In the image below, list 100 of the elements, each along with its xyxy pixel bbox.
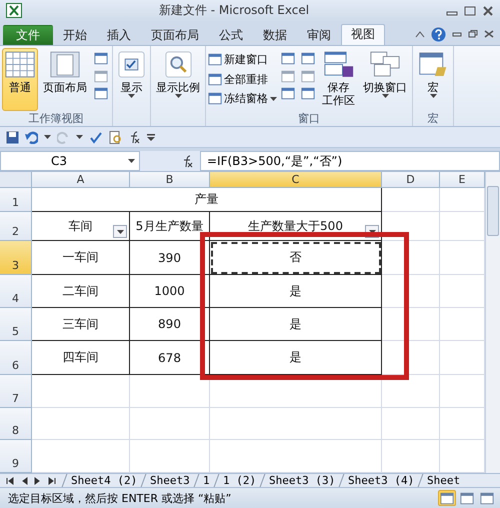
row-header[interactable]: 7 bbox=[0, 375, 32, 408]
group-label: 窗口 bbox=[297, 110, 321, 126]
table-cell: 890 bbox=[130, 308, 210, 342]
window-icon[interactable] bbox=[281, 70, 295, 83]
caret-icon bbox=[76, 135, 83, 140]
window-icon[interactable] bbox=[94, 87, 108, 100]
ribbon-button[interactable]: 普通 bbox=[2, 48, 38, 111]
group-label: 工作簿视图 bbox=[28, 110, 84, 126]
column-header[interactable]: B bbox=[130, 172, 210, 188]
table-cell: 678 bbox=[130, 341, 210, 376]
caret-icon bbox=[116, 230, 124, 234]
table-cell bbox=[382, 275, 440, 308]
table-cell: 车间 bbox=[32, 212, 130, 242]
table-cell bbox=[382, 212, 440, 242]
ribbon-tab[interactable]: 数据 bbox=[253, 24, 297, 45]
column-header[interactable]: C bbox=[210, 172, 382, 188]
group-label: 宏 bbox=[426, 110, 440, 126]
table-cell: 是 bbox=[210, 275, 382, 308]
table-cell bbox=[382, 341, 440, 376]
window-icon[interactable] bbox=[208, 52, 222, 66]
table-cell: 否 bbox=[210, 241, 382, 276]
save-icon[interactable] bbox=[6, 130, 19, 144]
table-cell: 产量 bbox=[32, 188, 382, 212]
window-icon[interactable] bbox=[208, 92, 222, 106]
row-header[interactable]: 8 bbox=[0, 408, 32, 440]
ribbon-button[interactable]: 新建窗口 bbox=[208, 52, 277, 67]
row-header[interactable]: 4 bbox=[0, 275, 32, 308]
ribbon-tab[interactable]: 审阅 bbox=[297, 24, 341, 45]
ribbon-button[interactable]: 全部重排 bbox=[208, 72, 277, 87]
window-icon[interactable] bbox=[301, 70, 315, 83]
window-icon[interactable] bbox=[301, 87, 315, 100]
maximize-icon[interactable] bbox=[464, 6, 476, 16]
filter-button[interactable] bbox=[113, 225, 127, 238]
table-cell: 一车间 bbox=[32, 241, 130, 276]
function-icon[interactable] bbox=[181, 154, 194, 168]
close-icon[interactable] bbox=[484, 30, 494, 38]
macro-icon bbox=[418, 50, 448, 78]
ribbon-tab[interactable]: 文件 bbox=[3, 24, 53, 45]
customize-caret-icon[interactable] bbox=[147, 133, 155, 142]
window-icon[interactable] bbox=[208, 72, 222, 86]
row-header[interactable]: 3 bbox=[0, 241, 32, 276]
row-header[interactable]: 5 bbox=[0, 308, 32, 342]
window-icon[interactable] bbox=[94, 70, 108, 83]
save-workspace-icon bbox=[324, 50, 354, 78]
magnifier-icon bbox=[164, 50, 192, 78]
table-cell: 是 bbox=[210, 308, 382, 342]
row-header[interactable]: 6 bbox=[0, 341, 32, 376]
ribbon-button[interactable]: 冻结窗格 bbox=[208, 91, 277, 106]
ribbon-button[interactable]: 切换窗口 bbox=[360, 48, 410, 111]
print-preview-icon[interactable] bbox=[109, 130, 122, 144]
name-box[interactable]: C3 bbox=[0, 151, 140, 172]
ribbon-button[interactable]: 保存 工作区 bbox=[319, 48, 358, 111]
table-cell bbox=[382, 308, 440, 342]
window-icon[interactable] bbox=[94, 52, 108, 65]
table-cell bbox=[382, 241, 440, 276]
caret-icon bbox=[128, 159, 135, 164]
ribbon-button[interactable]: 宏 bbox=[415, 48, 451, 111]
ribbon-button[interactable]: 显示 bbox=[115, 48, 148, 111]
ribbon-tab[interactable]: 视图 bbox=[341, 24, 385, 45]
column-header[interactable]: D bbox=[382, 172, 440, 188]
formula-field[interactable]: =IF(B3>500,“是”,“否”) bbox=[200, 151, 500, 172]
windows-icon bbox=[370, 50, 400, 78]
row-header[interactable]: 9 bbox=[0, 440, 32, 474]
table-cell bbox=[382, 375, 440, 408]
sheet-nav-icon[interactable] bbox=[6, 476, 14, 485]
column-header[interactable]: E bbox=[440, 172, 485, 188]
function-icon[interactable] bbox=[128, 130, 141, 144]
collapse-ribbon-icon[interactable] bbox=[415, 30, 425, 38]
window-title: 新建文件 - Microsoft Excel bbox=[158, 2, 310, 20]
row-header[interactable]: 2 bbox=[0, 212, 32, 242]
table-cell: 390 bbox=[130, 241, 210, 276]
help-icon[interactable] bbox=[431, 26, 446, 42]
table-cell bbox=[382, 188, 440, 212]
table-cell: 四车间 bbox=[32, 341, 130, 376]
ribbon-tab[interactable]: 插入 bbox=[97, 24, 141, 45]
row-header[interactable]: 1 bbox=[0, 188, 32, 212]
restore-icon[interactable] bbox=[468, 30, 478, 38]
ribbon-tab[interactable]: 页面布局 bbox=[141, 24, 209, 45]
table-cell: 5月生产数量 bbox=[130, 212, 210, 242]
close-icon[interactable] bbox=[482, 6, 494, 16]
ribbon-tab[interactable]: 公式 bbox=[209, 24, 253, 45]
window-icon[interactable] bbox=[281, 52, 295, 65]
spellcheck-icon[interactable] bbox=[89, 130, 103, 144]
grid-icon bbox=[5, 50, 35, 78]
sheet-nav-icon[interactable] bbox=[48, 476, 56, 485]
status-text: 选定目标区域，然后按 ENTER 或选择 “粘贴” bbox=[8, 490, 232, 506]
caret-icon bbox=[368, 230, 376, 234]
checklist-icon bbox=[118, 50, 145, 78]
window-icon[interactable] bbox=[301, 52, 315, 65]
ribbon-button[interactable]: 显示比例 bbox=[153, 48, 203, 111]
column-header[interactable]: A bbox=[32, 172, 130, 188]
undo-icon[interactable] bbox=[25, 130, 38, 144]
ribbon-tab[interactable]: 开始 bbox=[53, 24, 97, 45]
excel-logo-icon bbox=[6, 3, 22, 18]
caret-icon bbox=[44, 135, 51, 140]
vertical-scrollbar[interactable] bbox=[485, 172, 500, 474]
ribbon-button[interactable]: 页面布局 bbox=[40, 48, 90, 111]
minimize-icon[interactable] bbox=[452, 30, 462, 38]
window-icon[interactable] bbox=[281, 87, 295, 100]
table-cell: 是 bbox=[210, 341, 382, 376]
